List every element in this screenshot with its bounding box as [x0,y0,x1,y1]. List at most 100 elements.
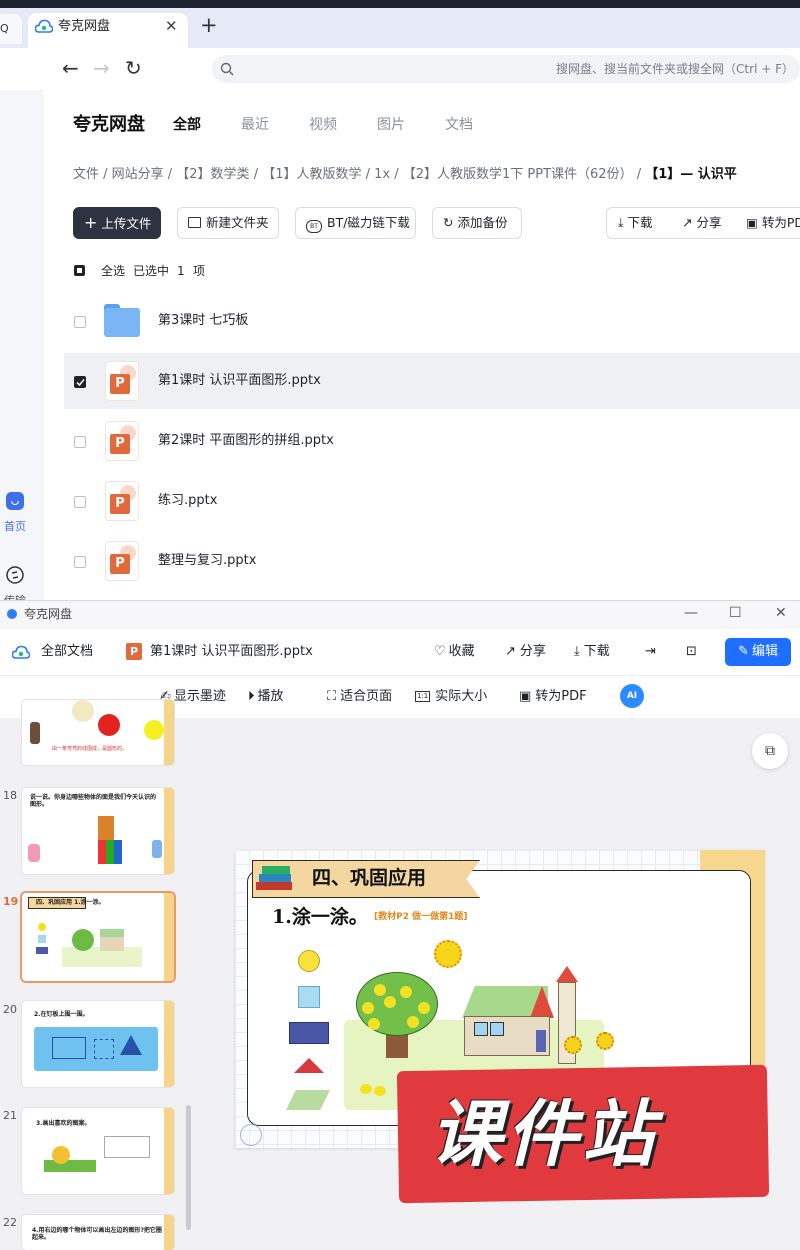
upload-label: 上传文件 [101,216,152,231]
tab-image[interactable]: 图片 [377,116,405,134]
favorite-button[interactable]: ♡ 收藏 [434,644,475,660]
file-name[interactable]: 第3课时 七巧板 [158,313,248,329]
slide-number: 22 [3,1216,17,1229]
fruit-circle [400,986,412,998]
thumbnail-caption: 3.画出喜欢的图案。 [36,1120,91,1127]
file-name[interactable]: 第2课时 平面图形的拼组.pptx [158,433,334,449]
edit-button[interactable]: ✎ 编辑 [725,638,791,666]
slide-thumbnail-active[interactable]: 四、巩固应用 1.涂一涂。 [22,893,174,981]
play-icon: ⏵ [248,689,255,704]
bt-download-button[interactable]: BT BT/磁力链下载 [295,207,416,239]
tab-title: 夸克网盘 [58,19,111,34]
rectangle-shape [289,1022,329,1044]
bt-icon: BT [306,220,322,233]
to-pdf-button[interactable]: ▣转为PDF [746,215,800,231]
upload-button[interactable]: + 上传文件 [73,207,161,239]
back-icon[interactable]: ← [62,56,79,80]
folder-plus-icon [188,217,201,228]
file-name[interactable]: 练习.pptx [158,493,217,509]
fit-page-button[interactable]: ⛶ 适合页面 [327,689,392,705]
share-button[interactable]: ↗ 分享 [505,644,546,660]
chick-shape [360,1084,372,1094]
fruit-circle [384,996,396,1008]
breadcrumb-current: 【1】— 认识平 [645,167,737,182]
task-heading: 1.涂一涂。 [272,906,368,928]
breadcrumb[interactable]: 文件 / 网站分享 / 【2】数学类 / 【1】人教版数学 / 1x / 【2】… [73,166,737,183]
pptx-file-icon: P [106,422,138,460]
search-icon [220,62,234,76]
pen-icon: ✎ [738,644,749,659]
tab-recent[interactable]: 最近 [241,116,269,134]
slide-thumbnail[interactable]: 由一条弯弯的线围成，是圆形的。 [22,700,174,765]
new-tab-button[interactable]: + [200,14,218,36]
slide-thumbnail[interactable]: 说一说。你身边哪些物体的面是我们今天认识的图形。 [22,788,174,874]
share-icon: ↗ [682,215,693,230]
slide-thumbnail[interactable]: 3.画出喜欢的图案。 [22,1108,174,1194]
screen-top-strip [0,0,800,8]
books-icon [254,862,294,894]
tab-document[interactable]: 文档 [445,116,473,134]
task-source-note: [教材P2 做一做第1题] [374,912,468,922]
row-checkbox[interactable] [74,556,86,568]
select-all-label[interactable]: 全选 [101,263,125,279]
tab-close-icon[interactable]: ✕ [165,17,178,35]
thumbnail-caption: 由一条弯弯的线围成，是圆形的。 [52,746,128,752]
select-all-checkbox[interactable] [74,265,85,276]
yellow-circle-shape [298,950,320,972]
backup-button[interactable]: ↻ 添加备份 [432,207,522,239]
new-folder-button[interactable]: 新建文件夹 [177,207,279,239]
row-checkbox[interactable] [74,496,86,508]
download-icon: ⤓ [574,644,580,659]
home-icon[interactable] [6,492,24,510]
row-checkbox[interactable] [74,376,86,388]
actual-size-button[interactable]: 1:1 实际大小 [415,689,487,705]
app-logo-icon [7,609,17,619]
previous-tab[interactable]: Q [0,14,22,44]
slide-thumbnail[interactable]: 2.在钉板上围一围。 [22,1001,174,1087]
brand-title: 夸克网盘 [73,114,145,135]
maximize-icon[interactable]: ☐ [729,605,742,621]
download-icon: ⤓ [618,215,624,230]
page-tool-icon[interactable]: ⧉ [752,733,788,769]
close-icon[interactable]: ✕ [775,605,787,621]
breadcrumb-path[interactable]: 文件 / 网站分享 / 【2】数学类 / 【1】人教版数学 / 1x / 【2】… [73,167,645,182]
feedback-icon[interactable]: ⊡ [686,644,697,660]
fit-page-label: 适合页面 [340,689,393,704]
fruit-circle [368,1018,380,1030]
row-checkbox[interactable] [74,436,86,448]
download-button[interactable]: ⤓ 下载 [574,644,610,660]
convert-pdf-button[interactable]: ▣ 转为PDF [519,689,587,705]
actual-size-label: 实际大小 [435,689,488,704]
play-button[interactable]: ⏵ 播放 [248,689,284,705]
viewer-window-title: 夸克网盘 [24,607,73,621]
thumbnails-scrollbar[interactable] [186,1105,191,1230]
backup-icon: ↻ [443,215,454,230]
transfer-icon[interactable] [6,566,24,584]
download-button[interactable]: ⤓ 下载 [618,215,653,231]
download-label: 下载 [627,215,653,230]
open-external-icon[interactable]: ⇥ [645,644,656,660]
show-ink-label: 显示墨迹 [173,689,226,704]
pptx-file-icon: P [106,542,138,580]
document-file-name: 第1课时 认识平面图形.pptx [150,644,313,659]
share-button[interactable]: ↗ 分享 [682,215,722,231]
tab-video[interactable]: 视频 [309,116,337,134]
minimize-icon[interactable]: — [684,605,698,621]
fruit-circle [418,1002,430,1014]
tab-all[interactable]: 全部 [173,116,201,134]
share-label: 分享 [519,644,546,659]
slide-thumbnail[interactable]: 4.用右边的哪个物体可以画出左边的图形?把它圈起来。 [22,1215,174,1250]
triangle-shape [294,1058,324,1073]
file-name[interactable]: 整理与复习.pptx [158,553,256,569]
selected-unit: 项 [193,264,206,278]
file-name[interactable]: 第1课时 认识平面图形.pptx [158,373,321,389]
forward-icon[interactable]: → [93,56,110,80]
all-documents-link[interactable]: 全部文档 [41,644,93,660]
selected-text: 已选中 [133,264,170,278]
thumbnail-caption: 2.在钉板上围一围。 [34,1011,89,1018]
ai-assistant-button[interactable]: AI [620,684,644,708]
section-banner-title: 四、巩固应用 [312,867,427,889]
row-checkbox[interactable] [74,316,86,328]
reload-icon[interactable]: ↻ [125,56,142,80]
check-icon [76,379,85,387]
